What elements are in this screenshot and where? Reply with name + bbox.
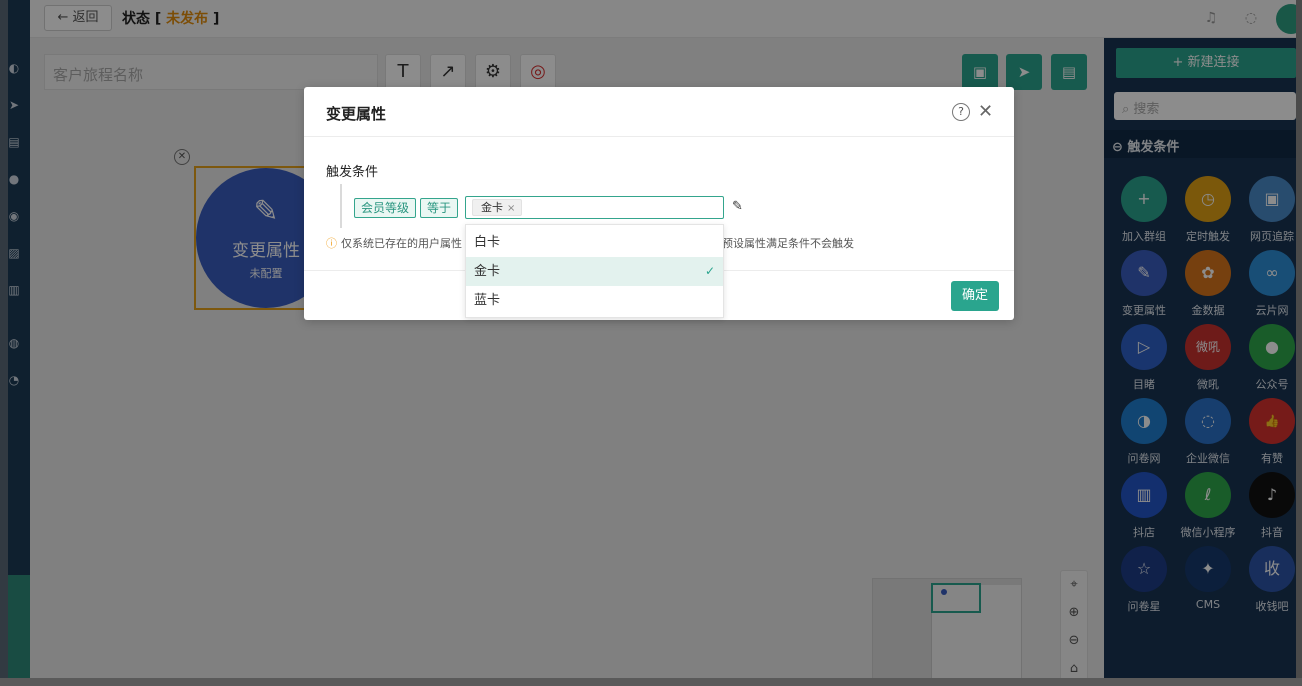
divider — [304, 136, 1014, 137]
close-icon[interactable]: ✕ — [978, 101, 993, 122]
dropdown-option[interactable]: 蓝卡 — [466, 286, 723, 315]
trigger-condition-label: 触发条件 — [326, 165, 379, 180]
note-text-left: 仅系统已存在的用户属性 — [341, 237, 462, 250]
window-frame-bottom — [0, 678, 1302, 686]
option-label: 金卡 — [474, 264, 501, 279]
info-icon: ⓘ — [326, 237, 337, 250]
option-label: 白卡 — [474, 235, 501, 250]
dialog-title: 变更属性 — [326, 105, 387, 123]
dropdown-option[interactable]: 金卡 ✓ — [466, 257, 723, 286]
value-select[interactable]: 金卡 × — [465, 196, 724, 219]
value-dropdown: 白卡金卡 ✓ 蓝卡 — [465, 224, 724, 318]
option-label: 蓝卡 — [474, 293, 501, 308]
pencil-icon[interactable]: ✎ — [732, 199, 743, 214]
operator-tag[interactable]: 等于 — [420, 198, 459, 218]
chip-remove-icon[interactable]: × — [507, 203, 515, 214]
note-text-right: 预设属性满足条件不会触发 — [722, 237, 854, 250]
help-icon[interactable]: ? — [952, 103, 970, 121]
info-note: ⓘ 仅系统已存在的用户属性 — [326, 235, 462, 251]
condition-bar — [340, 184, 342, 228]
check-icon: ✓ — [704, 264, 715, 278]
window-frame-right — [1296, 0, 1302, 686]
attribute-tag[interactable]: 会员等级 — [354, 198, 417, 218]
selected-value-chip: 金卡 × — [472, 199, 523, 216]
chip-label: 金卡 — [481, 201, 503, 214]
dropdown-option[interactable]: 白卡 — [466, 228, 723, 257]
confirm-button[interactable]: 确定 — [951, 281, 999, 311]
